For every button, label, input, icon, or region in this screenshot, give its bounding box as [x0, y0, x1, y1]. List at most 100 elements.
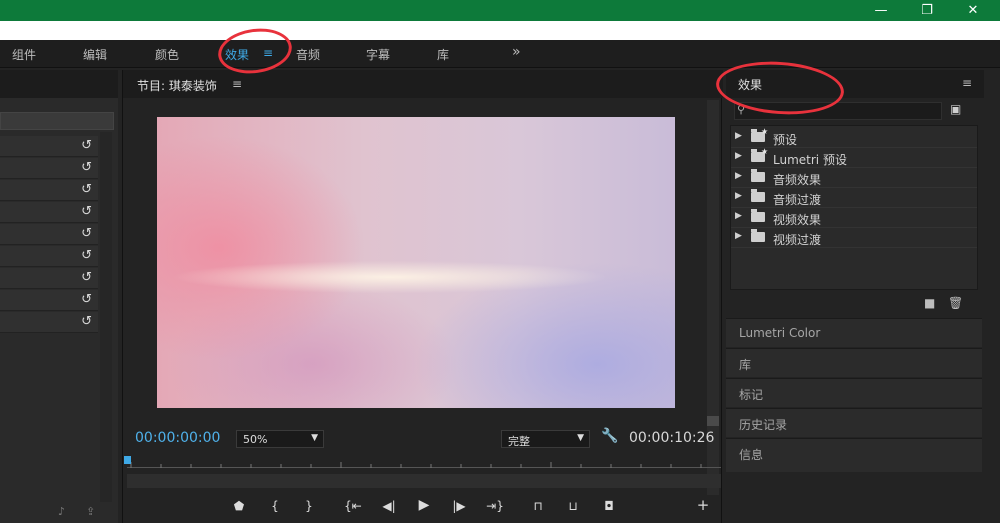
list-item[interactable]: ↺	[0, 312, 98, 333]
workspace-tab-editing[interactable]: 编辑	[83, 46, 107, 63]
tree-item-lumetri-presets[interactable]: ▶ ★ Lumetri 预设	[731, 147, 977, 168]
workspace-menu-icon[interactable]: ≡	[263, 46, 273, 60]
tree-item-label: 视频过渡	[773, 233, 822, 247]
left-scrollbar[interactable]	[100, 132, 112, 502]
panel-tab-info[interactable]: 信息	[726, 438, 982, 472]
tree-item-presets[interactable]: ▶ ★ 预设	[731, 127, 977, 148]
lift-icon[interactable]: ⊓	[528, 499, 548, 513]
playback-quality-select[interactable]: 完整 ▼	[501, 430, 590, 448]
reset-icon[interactable]: ↺	[81, 314, 92, 329]
reset-icon[interactable]: ↺	[81, 248, 92, 263]
reset-icon[interactable]: ↺	[81, 292, 92, 307]
go-to-out-icon[interactable]: ⇥}	[485, 499, 505, 513]
workspace-tab-titles[interactable]: 字幕	[366, 46, 390, 63]
menu-bar	[0, 21, 1000, 40]
panel-tab-label: 历史记录	[739, 418, 788, 432]
current-timecode[interactable]: 00:00:00:00	[135, 430, 220, 446]
left-panel-header	[0, 70, 118, 98]
folder-icon	[751, 209, 765, 222]
list-item[interactable]: ↺	[0, 246, 98, 267]
tree-item-video-transitions[interactable]: ▶ 视频过渡	[731, 228, 977, 248]
expand-arrow-icon[interactable]: ▶	[735, 211, 742, 221]
workspace-overflow-icon[interactable]: »	[512, 44, 521, 60]
effects-menu-icon[interactable]: ≡	[962, 76, 972, 90]
left-search-field[interactable]	[0, 112, 114, 130]
expand-arrow-icon[interactable]: ▶	[735, 151, 742, 161]
list-item[interactable]: ↺	[0, 268, 98, 289]
time-ruler[interactable]	[127, 456, 721, 468]
program-monitor-title[interactable]: 节目: 琪泰装饰	[137, 77, 217, 94]
expand-arrow-icon[interactable]: ▶	[735, 131, 742, 141]
restore-icon: ❐	[921, 3, 933, 18]
folder-icon	[751, 189, 765, 202]
panel-tab-label: 标记	[739, 388, 764, 402]
expand-arrow-icon[interactable]: ▶	[735, 231, 742, 241]
effects-panel-header: 效果 ≡	[726, 70, 984, 98]
mark-in-icon[interactable]: {	[265, 499, 285, 513]
reset-icon[interactable]: ↺	[81, 270, 92, 285]
tree-item-audio-transitions[interactable]: ▶ 音频过渡	[731, 188, 977, 208]
ruler-ticks	[130, 462, 702, 468]
zoom-level-select[interactable]: 50% ▼	[236, 430, 324, 448]
tree-item-audio-effects[interactable]: ▶ 音频效果	[731, 168, 977, 188]
export-icon[interactable]: ⇪	[86, 505, 95, 518]
playhead[interactable]	[124, 456, 131, 464]
workspace-tab-audio[interactable]: 音频	[296, 46, 320, 63]
new-bin-folder-icon[interactable]: ■	[924, 296, 935, 310]
panel-tab-libraries[interactable]: 库	[726, 348, 982, 377]
folder-icon	[751, 169, 765, 182]
minimize-button[interactable]: —	[858, 0, 904, 21]
expand-arrow-icon[interactable]: ▶	[735, 171, 742, 181]
effects-tree: ▶ ★ 预设 ▶ ★ Lumetri 预设 ▶ 音频效果 ▶ 音频过渡 ▶ 视频…	[730, 125, 978, 290]
effects-search-input[interactable]: ⚲	[734, 102, 942, 120]
workspace-tab-effects[interactable]: 效果	[225, 46, 249, 63]
settings-wrench-icon[interactable]: 🔧	[601, 428, 618, 444]
reset-icon[interactable]: ↺	[81, 182, 92, 197]
reset-icon[interactable]: ↺	[81, 226, 92, 241]
add-marker-icon[interactable]: ⬟	[229, 499, 249, 513]
monitor-scrollbar-thumb[interactable]	[707, 416, 719, 426]
close-icon: ✕	[967, 3, 979, 18]
camera-icon[interactable]: ◘	[599, 499, 619, 513]
list-item[interactable]: ↺	[0, 290, 98, 311]
folder-icon	[751, 229, 765, 242]
workspace-tab-libraries[interactable]: 库	[437, 46, 449, 63]
workspace-tab-assembly[interactable]: 组件	[12, 46, 36, 63]
panel-tab-markers[interactable]: 标记	[726, 378, 982, 407]
list-item[interactable]: ↺	[0, 180, 98, 201]
effects-panel-title[interactable]: 效果	[738, 76, 762, 93]
left-panel: ↺ ↺ ↺ ↺ ↺ ↺ ↺ ↺ ↺ ♪ ⇪	[0, 70, 118, 523]
tree-item-video-effects[interactable]: ▶ 视频效果	[731, 208, 977, 228]
step-forward-icon[interactable]: |▶	[449, 499, 469, 513]
add-button-icon[interactable]: +	[693, 496, 713, 514]
step-back-icon[interactable]: ◀|	[379, 499, 399, 513]
panel-tab-history[interactable]: 历史记录	[726, 408, 982, 437]
trash-icon[interactable]: 🗑	[948, 296, 963, 310]
zoom-scroll-bar[interactable]	[127, 474, 721, 488]
list-item[interactable]: ↺	[0, 158, 98, 179]
reset-icon[interactable]: ↺	[81, 160, 92, 175]
panel-tab-lumetri-color[interactable]: Lumetri Color	[726, 318, 982, 347]
panel-tab-label: 信息	[739, 448, 764, 462]
audio-icon[interactable]: ♪	[58, 505, 65, 518]
list-item[interactable]: ↺	[0, 202, 98, 223]
restore-button[interactable]: ❐	[904, 0, 950, 21]
reset-icon[interactable]: ↺	[81, 204, 92, 219]
chevron-down-icon: ▼	[577, 433, 584, 443]
play-icon[interactable]: ▶	[414, 497, 434, 513]
program-monitor-menu-icon[interactable]: ≡	[232, 77, 242, 91]
expand-arrow-icon[interactable]: ▶	[735, 191, 742, 201]
reset-icon[interactable]: ↺	[81, 138, 92, 153]
list-item[interactable]: ↺	[0, 224, 98, 245]
title-bar: — ❐ ✕	[0, 0, 1000, 21]
search-icon: ⚲	[737, 103, 746, 116]
go-to-in-icon[interactable]: {⇤	[343, 499, 363, 513]
tree-item-label: Lumetri 预设	[773, 153, 847, 167]
close-button[interactable]: ✕	[950, 0, 996, 21]
program-monitor: 节目: 琪泰装饰 ≡ 00:00:00:00 50% ▼ 完整 ▼ 🔧 00:0…	[122, 70, 723, 523]
workspace-tab-color[interactable]: 颜色	[155, 46, 179, 63]
extract-icon[interactable]: ⊔	[563, 499, 583, 513]
new-custom-bin-icon[interactable]: ▣	[950, 102, 961, 116]
list-item[interactable]: ↺	[0, 136, 98, 157]
mark-out-icon[interactable]: }	[299, 499, 319, 513]
